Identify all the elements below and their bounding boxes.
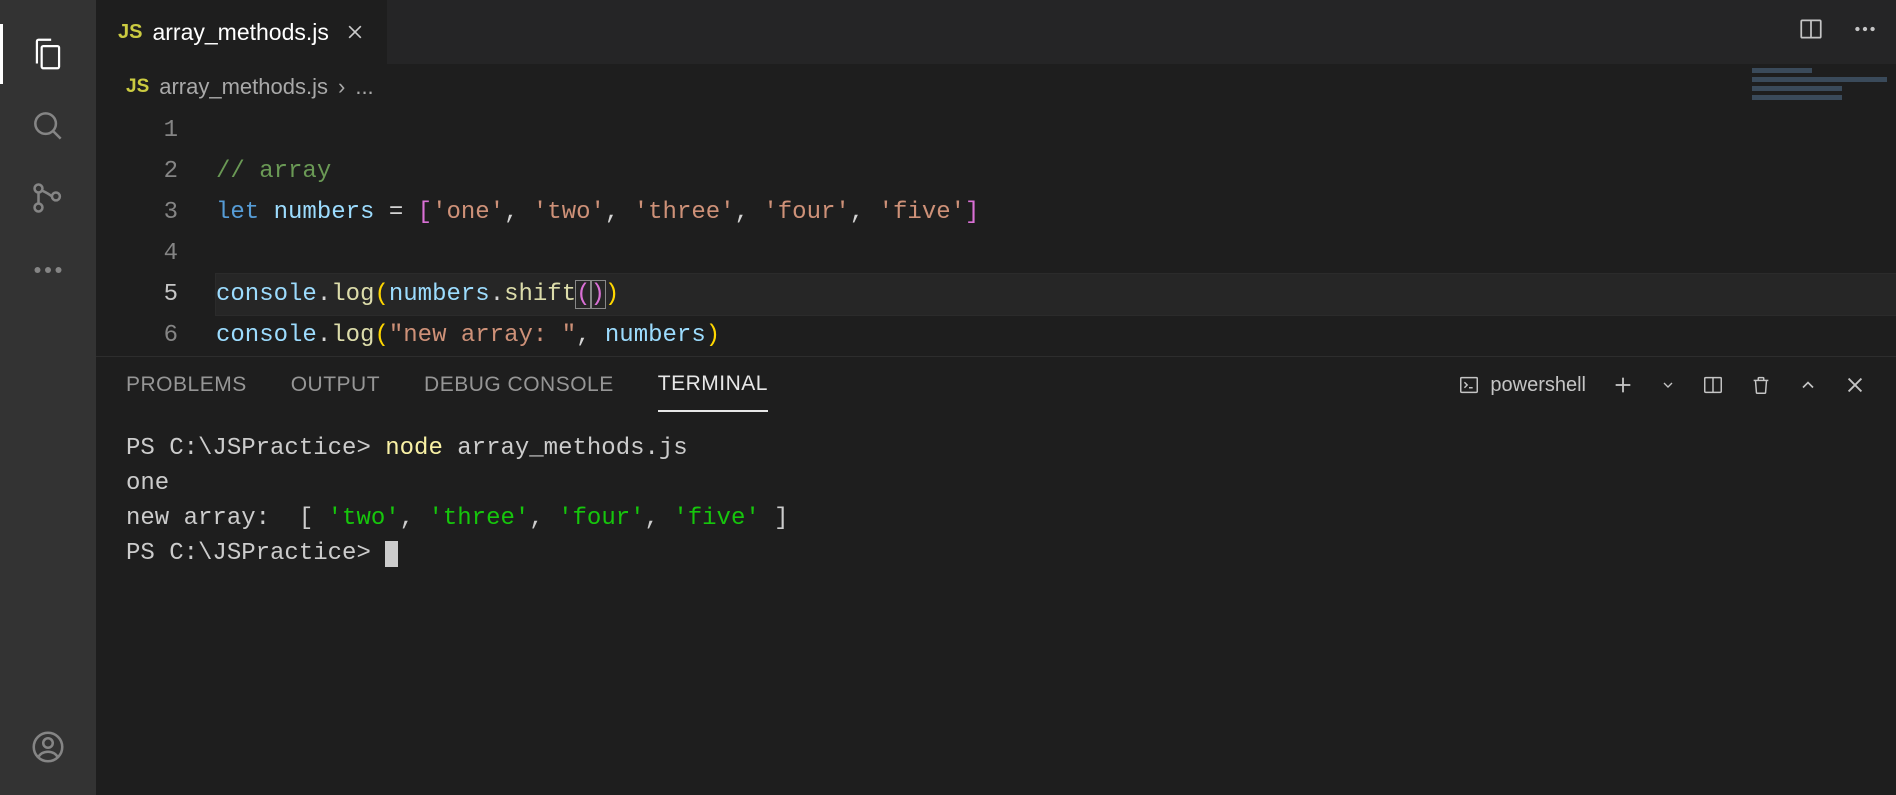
chevron-right-icon: › bbox=[338, 74, 345, 100]
breadcrumb-rest: ... bbox=[355, 74, 373, 100]
breadcrumb[interactable]: JS array_methods.js › ... bbox=[96, 64, 1896, 104]
line-number: 1 bbox=[96, 110, 178, 151]
tab-terminal[interactable]: TERMINAL bbox=[658, 372, 768, 412]
code-line[interactable]: console.log("new array: ", numbers) bbox=[216, 315, 1896, 356]
tab-bar: JS array_methods.js bbox=[96, 0, 1896, 64]
editor-top-actions bbox=[1798, 16, 1878, 42]
split-editor-icon[interactable] bbox=[1798, 16, 1824, 42]
close-panel-icon[interactable] bbox=[1844, 374, 1866, 396]
code-line[interactable]: console.log(numbers.shift()) bbox=[216, 274, 1896, 315]
accounts-icon[interactable] bbox=[0, 711, 96, 783]
panel-actions: powershell bbox=[1458, 374, 1866, 397]
code-line[interactable] bbox=[216, 233, 1896, 274]
line-gutter: 1 2 3 4 5 6 bbox=[96, 110, 216, 356]
js-badge-icon: JS bbox=[118, 21, 142, 44]
shell-name: powershell bbox=[1490, 374, 1586, 397]
code-editor[interactable]: 1 2 3 4 5 6 // array let numbers = ['one… bbox=[96, 104, 1896, 356]
terminal-icon bbox=[1458, 374, 1480, 396]
code-lines: // array let numbers = ['one', 'two', 't… bbox=[216, 110, 1896, 356]
line-number: 4 bbox=[96, 233, 178, 274]
explorer-icon[interactable] bbox=[0, 18, 96, 90]
source-control-icon[interactable] bbox=[0, 162, 96, 234]
activity-bar bbox=[0, 0, 96, 795]
new-terminal-icon[interactable] bbox=[1612, 374, 1634, 396]
code-line[interactable]: // array bbox=[216, 151, 1896, 192]
line-number: 6 bbox=[96, 315, 178, 356]
tab-problems[interactable]: PROBLEMS bbox=[126, 373, 247, 397]
maximize-panel-icon[interactable] bbox=[1798, 375, 1818, 395]
tab-output[interactable]: OUTPUT bbox=[291, 373, 380, 397]
minimap[interactable] bbox=[1746, 64, 1896, 124]
terminal-body[interactable]: PS C:\JSPractice> node array_methods.js … bbox=[96, 413, 1896, 795]
js-badge-icon: JS bbox=[126, 76, 149, 98]
terminal-shell-selector[interactable]: powershell bbox=[1458, 374, 1586, 397]
more-icon[interactable] bbox=[0, 234, 96, 306]
line-number: 3 bbox=[96, 192, 178, 233]
breadcrumb-filename: array_methods.js bbox=[159, 74, 328, 100]
line-number: 2 bbox=[96, 151, 178, 192]
terminal-cursor bbox=[385, 541, 398, 567]
terminal-dropdown-icon[interactable] bbox=[1660, 377, 1676, 393]
code-line[interactable] bbox=[216, 110, 1896, 151]
main-area: JS array_methods.js JS array_methods.js … bbox=[96, 0, 1896, 795]
panel-tabs: PROBLEMS OUTPUT DEBUG CONSOLE TERMINAL p… bbox=[96, 357, 1896, 413]
line-number: 5 bbox=[96, 274, 178, 315]
code-line[interactable]: let numbers = ['one', 'two', 'three', 'f… bbox=[216, 192, 1896, 233]
bottom-panel: PROBLEMS OUTPUT DEBUG CONSOLE TERMINAL p… bbox=[96, 356, 1896, 795]
close-tab-icon[interactable] bbox=[345, 22, 365, 42]
search-icon[interactable] bbox=[0, 90, 96, 162]
kill-terminal-icon[interactable] bbox=[1750, 374, 1772, 396]
editor-tab[interactable]: JS array_methods.js bbox=[96, 0, 388, 64]
more-actions-icon[interactable] bbox=[1852, 16, 1878, 42]
split-terminal-icon[interactable] bbox=[1702, 374, 1724, 396]
tab-debug-console[interactable]: DEBUG CONSOLE bbox=[424, 373, 614, 397]
tab-filename: array_methods.js bbox=[152, 19, 328, 46]
